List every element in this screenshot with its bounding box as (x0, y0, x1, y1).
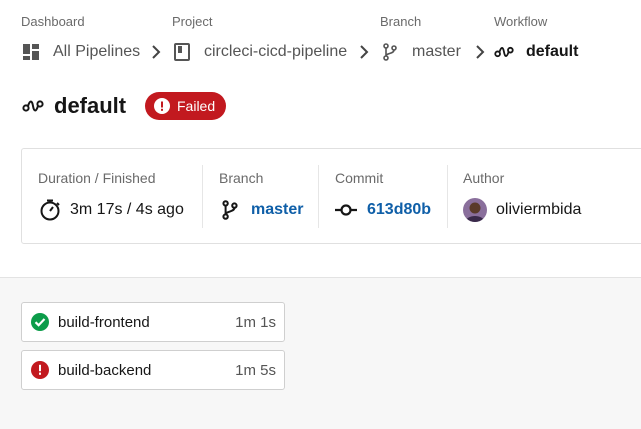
branch-icon (380, 42, 400, 62)
project-link[interactable]: circleci-cicd-pipeline (204, 43, 347, 61)
page-title: default (22, 90, 126, 122)
job-duration: 1m 5s (235, 361, 276, 379)
alert-icon (154, 98, 170, 114)
avatar (463, 198, 487, 222)
breadcrumb-workflow-label: Workflow (494, 14, 548, 29)
breadcrumb-project[interactable]: Project circleci-cicd-pipeline (172, 0, 362, 70)
breadcrumb-branch-label: Branch (380, 14, 422, 29)
job-name: build-backend (58, 361, 152, 379)
branch-link[interactable]: master (412, 43, 461, 61)
status-text: Failed (177, 98, 216, 114)
commit-section: Commit 613d80b (319, 149, 447, 243)
branch-icon (219, 199, 241, 221)
job-name: build-frontend (58, 313, 150, 331)
chevron-right-icon (152, 45, 161, 59)
duration-value: 3m 17s / 4s ago (70, 201, 184, 218)
all-pipelines-link[interactable]: All Pipelines (53, 43, 140, 61)
breadcrumb-dashboard[interactable]: Dashboard All Pipelines (21, 0, 161, 70)
success-check-icon (31, 313, 49, 331)
project-book-icon (172, 42, 192, 62)
job-build-frontend[interactable]: build-frontend 1m 1s (21, 302, 285, 342)
workflow-icon (494, 42, 514, 62)
workflow-title: default (54, 93, 127, 118)
workflow-icon (22, 96, 44, 116)
status-badge: Failed (145, 92, 226, 120)
duration-section: Duration / Finished 3m 17s / 4s ago (22, 149, 202, 243)
breadcrumb-branch[interactable]: Branch master (380, 0, 475, 70)
commit-link[interactable]: 613d80b (367, 201, 431, 219)
branch-section: Branch master (203, 149, 318, 243)
author-name: oliviermbida (496, 201, 582, 218)
branch-link[interactable]: master (251, 201, 303, 219)
timer-icon (38, 198, 62, 222)
breadcrumb-dashboard-label: Dashboard (21, 14, 85, 29)
breadcrumb-project-label: Project (172, 14, 213, 29)
commit-label: Commit (335, 170, 384, 186)
branch-label: Branch (219, 170, 264, 186)
chevron-right-icon (360, 45, 369, 59)
author-section: Author oliviermbida (448, 149, 641, 243)
author-label: Author (463, 170, 505, 186)
chevron-right-icon (476, 45, 485, 59)
job-duration: 1m 1s (235, 313, 276, 331)
dashboard-icon (21, 42, 41, 62)
duration-label: Duration / Finished (38, 170, 156, 186)
workflow-link[interactable]: default (526, 43, 578, 61)
workflow-info-card: Duration / Finished 3m 17s / 4s ago Bran… (21, 148, 641, 244)
commit-icon (335, 203, 357, 217)
breadcrumb-workflow[interactable]: Workflow default (494, 0, 614, 70)
job-build-backend[interactable]: build-backend 1m 5s (21, 350, 285, 390)
failed-alert-icon (31, 361, 49, 379)
